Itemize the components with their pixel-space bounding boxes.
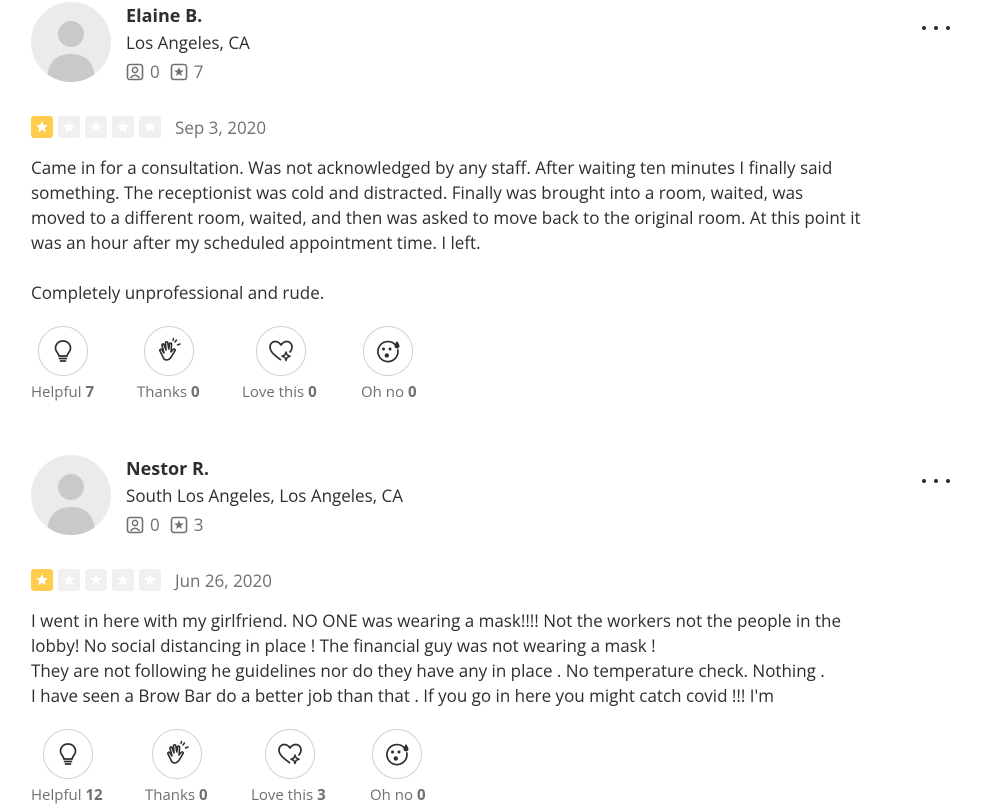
ohno-reaction[interactable]: Oh no 0: [370, 729, 426, 805]
thanks-button[interactable]: [144, 326, 194, 376]
friends-icon: [126, 516, 144, 533]
review-count: 3: [193, 513, 204, 536]
review-count: 7: [193, 60, 204, 83]
star-icon: [112, 569, 134, 591]
helpful-count: 7: [85, 382, 95, 402]
more-icon: [922, 26, 926, 30]
heart-sparkle-icon: [278, 743, 302, 765]
thanks-button[interactable]: [152, 729, 202, 779]
star-icon: [31, 116, 53, 138]
surprised-face-icon: [386, 743, 409, 766]
review-count-icon: [170, 63, 188, 80]
thanks-reaction[interactable]: Thanks 0: [145, 729, 208, 805]
reviews-stat: 7: [170, 60, 204, 83]
star-icon: [85, 116, 107, 138]
helpful-label: Helpful 12: [31, 785, 103, 805]
reviewer-stats: 0 3: [126, 513, 213, 536]
love-count: 3: [317, 785, 326, 805]
love-reaction[interactable]: Love this 3: [251, 729, 326, 805]
review-text: I went in here with my girlfriend. NO ON…: [31, 608, 861, 708]
helpful-button[interactable]: [43, 729, 93, 779]
more-icon: [922, 479, 926, 483]
friends-stat: 0: [126, 513, 160, 536]
more-options-button[interactable]: [918, 471, 954, 491]
friends-count: 0: [150, 60, 160, 83]
thanks-count: 0: [191, 382, 200, 402]
reviewer-location: South Los Angeles, Los Angeles, CA: [126, 484, 403, 507]
review-text: Came in for a consultation. Was not ackn…: [31, 155, 861, 305]
love-label: Love this 0: [242, 382, 317, 402]
star-icon: [58, 116, 80, 138]
love-button[interactable]: [265, 729, 315, 779]
reviewer-stats: 0 7: [126, 60, 213, 83]
star-icon: [112, 116, 134, 138]
ohno-button[interactable]: [363, 326, 413, 376]
helpful-label: Helpful 7: [31, 382, 95, 402]
user-avatar-icon[interactable]: [31, 2, 111, 82]
review-date: Sep 3, 2020: [175, 116, 267, 139]
star-icon: [58, 569, 80, 591]
ohno-reaction[interactable]: Oh no 0: [361, 326, 417, 402]
review-count-icon: [170, 516, 188, 533]
clapping-hands-icon: [159, 337, 181, 361]
lightbulb-icon: [59, 743, 77, 765]
star-icon: [139, 116, 161, 138]
star-rating: [31, 569, 166, 591]
love-count: 0: [308, 382, 317, 402]
ohno-count: 0: [408, 382, 417, 402]
user-avatar-icon[interactable]: [31, 455, 111, 535]
lightbulb-icon: [54, 340, 72, 362]
star-icon: [31, 569, 53, 591]
reviewer-name[interactable]: Elaine B.: [126, 4, 202, 28]
surprised-face-icon: [377, 340, 400, 363]
love-label: Love this 3: [251, 785, 326, 805]
review-paragraph: Completely unprofessional and rude.: [31, 281, 325, 304]
reviews-stat: 3: [170, 513, 204, 536]
heart-sparkle-icon: [269, 340, 293, 362]
ohno-label: Oh no 0: [370, 785, 426, 805]
reviewer-name[interactable]: Nestor R.: [126, 457, 209, 481]
ohno-button[interactable]: [372, 729, 422, 779]
thanks-label: Thanks 0: [145, 785, 208, 805]
helpful-button[interactable]: [38, 326, 88, 376]
star-icon: [85, 569, 107, 591]
friends-stat: 0: [126, 60, 160, 83]
helpful-reaction[interactable]: Helpful 12: [31, 729, 103, 805]
star-icon: [139, 569, 161, 591]
helpful-count: 12: [85, 785, 103, 805]
review-paragraph: I went in here with my girlfriend. NO ON…: [31, 609, 842, 707]
ohno-count: 0: [417, 785, 426, 805]
love-button[interactable]: [256, 326, 306, 376]
review-paragraph: Came in for a consultation. Was not ackn…: [31, 156, 861, 254]
love-reaction[interactable]: Love this 0: [242, 326, 317, 402]
clapping-hands-icon: [167, 740, 189, 764]
reviewer-location: Los Angeles, CA: [126, 31, 250, 54]
review-date: Jun 26, 2020: [175, 569, 272, 592]
friends-icon: [126, 63, 144, 80]
more-options-button[interactable]: [918, 18, 954, 38]
helpful-reaction[interactable]: Helpful 7: [31, 326, 94, 402]
thanks-label: Thanks 0: [137, 382, 200, 402]
thanks-reaction[interactable]: Thanks 0: [137, 326, 200, 402]
star-rating: [31, 116, 166, 138]
thanks-count: 0: [199, 785, 208, 805]
friends-count: 0: [150, 513, 160, 536]
ohno-label: Oh no 0: [361, 382, 417, 402]
